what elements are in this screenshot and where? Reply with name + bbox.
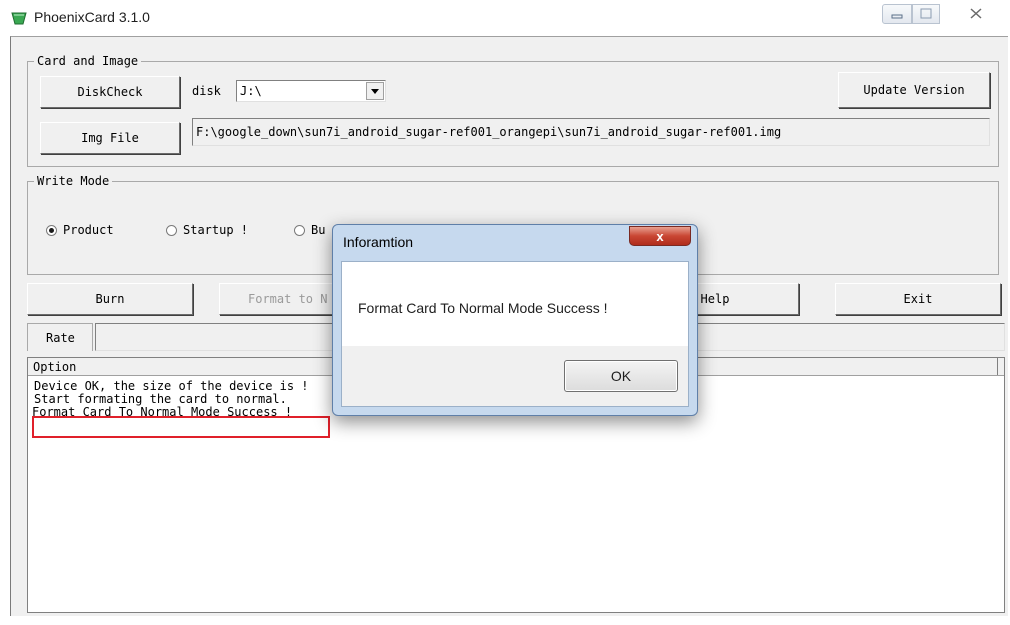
format-label: Format to N — [248, 292, 328, 306]
disk-label: disk — [192, 84, 221, 98]
information-dialog: Inforamtion x Format Card To Normal Mode… — [332, 224, 698, 416]
burn-button[interactable]: Burn — [27, 283, 193, 315]
img-file-label: Img File — [81, 131, 139, 145]
disk-select[interactable]: J:\ — [236, 80, 386, 102]
card-image-group: Card and Image DiskCheck disk J:\ Update… — [27, 54, 999, 167]
radio-startup[interactable]: Startup ! — [166, 223, 248, 237]
radio-product-label: Product — [63, 223, 114, 237]
burn-label: Burn — [95, 292, 125, 306]
caption-buttons — [882, 4, 998, 24]
update-version-label: Update Version — [863, 83, 965, 97]
rate-label: Rate — [46, 331, 75, 345]
radio-burn-key[interactable]: Bu — [294, 223, 325, 237]
highlight-box — [32, 416, 330, 438]
title-bar: PhoenixCard 3.1.0 — [0, 0, 1010, 36]
ok-label: OK — [610, 368, 632, 384]
log-header-end — [997, 358, 1002, 375]
img-file-button[interactable]: Img File — [40, 122, 180, 154]
dialog-title: Inforamtion — [343, 234, 414, 250]
radio-burn-key-indicator — [294, 224, 305, 236]
card-image-group-label: Card and Image — [34, 54, 142, 68]
close-icon — [970, 8, 982, 19]
diskcheck-button[interactable]: DiskCheck — [40, 76, 180, 108]
exit-label: Exit — [903, 292, 933, 306]
diskcheck-label: DiskCheck — [77, 85, 143, 99]
dialog-body: Format Card To Normal Mode Success ! OK — [341, 261, 689, 407]
maximize-button[interactable] — [912, 4, 940, 24]
img-path-field[interactable]: F:\google_down\sun7i_android_sugar-ref00… — [192, 118, 990, 146]
radio-product-indicator — [46, 224, 57, 236]
write-mode-group-label: Write Mode — [34, 174, 113, 188]
ok-button[interactable]: OK — [564, 360, 678, 392]
exit-button[interactable]: Exit — [835, 283, 1001, 315]
maximize-icon — [920, 8, 932, 19]
chevron-down-icon — [371, 89, 379, 94]
disk-dropdown-button[interactable] — [366, 82, 384, 100]
phoenix-app-icon — [11, 12, 27, 25]
close-icon: x — [656, 228, 664, 244]
minimize-icon — [891, 14, 903, 19]
help-label: Help — [700, 292, 730, 306]
radio-startup-label: Startup ! — [183, 223, 249, 237]
radio-burn-key-label: Bu — [311, 223, 326, 237]
radio-startup-indicator — [166, 224, 177, 236]
close-window-button[interactable] — [956, 4, 996, 24]
log-header-label: Option — [33, 360, 77, 374]
dialog-message: Format Card To Normal Mode Success ! — [358, 300, 608, 316]
radio-product[interactable]: Product — [46, 223, 114, 237]
disk-select-value: J:\ — [240, 84, 262, 98]
update-version-button[interactable]: Update Version — [838, 72, 990, 108]
minimize-button[interactable] — [882, 4, 912, 24]
rate-tab: Rate — [27, 323, 93, 351]
window-title: PhoenixCard 3.1.0 — [34, 9, 150, 25]
dialog-close-button[interactable]: x — [629, 226, 691, 246]
img-path-value: F:\google_down\sun7i_android_sugar-ref00… — [196, 125, 782, 139]
